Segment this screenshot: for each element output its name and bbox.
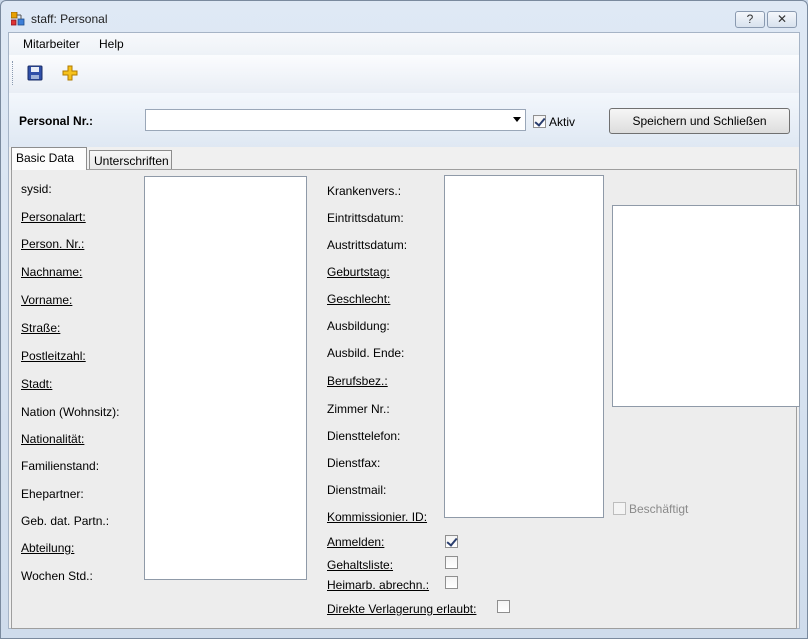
menu-mitarbeiter[interactable]: Mitarbeiter	[23, 37, 80, 51]
label-geb-dat-partn: Geb. dat. Partn.:	[21, 514, 110, 528]
personal-nr-label: Personal Nr.:	[19, 114, 94, 128]
chevron-down-icon[interactable]	[513, 117, 521, 122]
label-geschlecht: Geschlecht:	[327, 292, 391, 306]
aktiv-checkbox[interactable]	[533, 115, 546, 128]
basic-data-panel: sysid: Personalart: Person. Nr.: Nachnam…	[11, 169, 800, 629]
aktiv-label: Aktiv	[549, 115, 576, 129]
app-window: staff: Personal ? ✕ Mitarbeiter Help Per…	[0, 0, 808, 639]
beschaeftigt-checkbox[interactable]	[613, 502, 626, 515]
tab-unterschriften[interactable]: Unterschriften	[89, 150, 172, 170]
label-dienstmail: Dienstmail:	[327, 483, 387, 497]
window-title: staff: Personal	[31, 12, 108, 26]
label-nationalitaet: Nationalität:	[21, 432, 85, 446]
label-nachname: Nachname:	[21, 265, 83, 279]
gehaltsliste-checkbox[interactable]	[445, 556, 458, 569]
label-austrittsdatum: Austrittsdatum:	[327, 238, 408, 252]
beschaeftigt-label: Beschäftigt	[629, 502, 689, 516]
heimarb-abrechn-checkbox[interactable]	[445, 576, 458, 589]
menu-bar: Mitarbeiter Help	[9, 33, 799, 55]
label-krankenvers: Krankenvers.:	[327, 184, 402, 198]
label-sysid: sysid:	[21, 182, 52, 196]
toolbar	[9, 55, 799, 94]
label-wochen-std: Wochen Std.:	[21, 569, 93, 583]
add-icon[interactable]	[61, 64, 79, 82]
label-ausbild-ende: Ausbild. Ende:	[327, 346, 405, 360]
save-and-close-button[interactable]: Speichern und Schließen	[609, 108, 790, 134]
label-personalart: Personalart:	[21, 210, 86, 224]
label-eintrittsdatum: Eintrittsdatum:	[327, 211, 404, 225]
label-stadt: Stadt:	[21, 377, 53, 391]
label-anmelden: Anmelden:	[327, 535, 385, 549]
label-berufsbez: Berufsbez.:	[327, 374, 388, 388]
label-strasse: Straße:	[21, 321, 61, 335]
tab-basic-data[interactable]: Basic Data	[11, 147, 87, 170]
middle-fields-box[interactable]	[444, 175, 604, 518]
label-zimmer-nr: Zimmer Nr.:	[327, 402, 390, 416]
label-direkte-verlagerung: Direkte Verlagerung erlaubt:	[327, 602, 477, 616]
label-ehepartner: Ehepartner:	[21, 487, 84, 501]
label-gehaltsliste: Gehaltsliste:	[327, 558, 394, 572]
save-icon[interactable]	[26, 64, 44, 82]
label-familienstand: Familienstand:	[21, 459, 100, 473]
personal-nr-combobox[interactable]	[145, 109, 526, 131]
direkte-verlagerung-checkbox[interactable]	[497, 600, 510, 613]
menu-help[interactable]: Help	[99, 37, 124, 51]
label-diensttelefon: Diensttelefon:	[327, 429, 401, 443]
label-geburtstag: Geburtstag:	[327, 265, 390, 279]
help-button[interactable]: ?	[735, 11, 765, 28]
anmelden-checkbox[interactable]	[445, 535, 458, 548]
label-kommissionier-id: Kommissionier. ID:	[327, 510, 428, 524]
toolbar-grip[interactable]	[12, 61, 15, 85]
label-abteilung: Abteilung:	[21, 541, 75, 555]
label-dienstfax: Dienstfax:	[327, 456, 381, 470]
label-person-nr: Person. Nr.:	[21, 237, 85, 251]
label-postleitzahl: Postleitzahl:	[21, 349, 86, 363]
photo-box	[612, 205, 800, 407]
label-ausbildung: Ausbildung:	[327, 319, 390, 333]
label-heimarb-abrechn: Heimarb. abrechn.:	[327, 578, 430, 592]
close-button[interactable]: ✕	[767, 11, 797, 28]
title-bar: staff: Personal ? ✕	[1, 1, 807, 33]
label-vorname: Vorname:	[21, 293, 73, 307]
label-nation-wohnsitz: Nation (Wohnsitz):	[21, 405, 120, 419]
left-fields-box[interactable]	[144, 176, 307, 580]
app-icon	[11, 12, 25, 26]
client-area: Mitarbeiter Help Personal Nr.: Aktiv Spe…	[8, 32, 800, 629]
